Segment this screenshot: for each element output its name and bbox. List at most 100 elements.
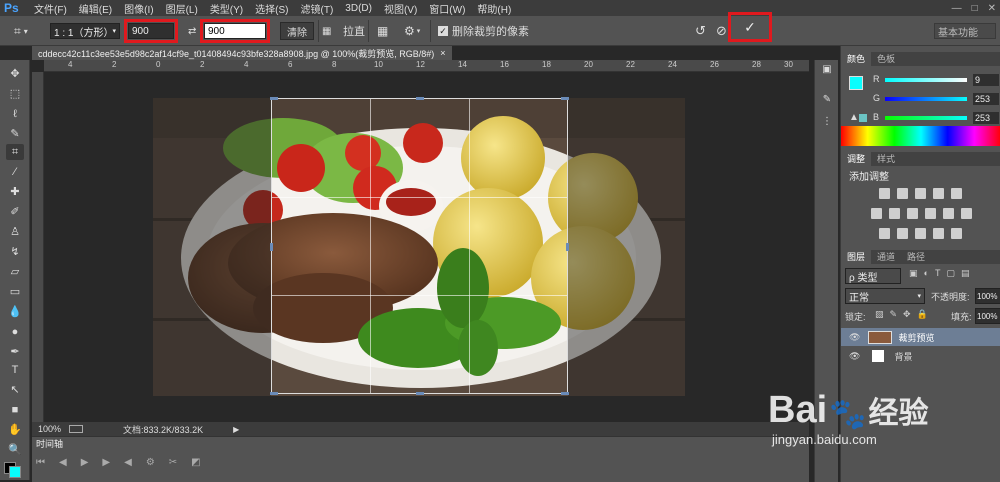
crop-handle-top[interactable] xyxy=(416,97,424,100)
type-tool-icon[interactable]: T xyxy=(6,362,24,378)
ratio-select[interactable]: 1 : 1（方形） ▾ xyxy=(50,23,120,39)
settings-gear-icon[interactable]: ⚙ ▾ xyxy=(404,16,420,46)
first-frame-icon[interactable]: ⏮ xyxy=(36,457,45,468)
next-frame-icon[interactable]: ▶ xyxy=(102,457,110,468)
blur-tool-icon[interactable]: 💧 xyxy=(6,304,24,320)
visibility-eye-icon[interactable]: 👁 xyxy=(849,351,860,362)
brush-panel-icon[interactable]: ✎ xyxy=(819,94,835,110)
brush-tool-icon[interactable]: ✐ xyxy=(6,204,24,220)
layer-filter-icons[interactable]: ▣◐T▢▤ xyxy=(909,268,975,279)
maximize-button[interactable]: □ xyxy=(972,3,978,14)
timeline-tab[interactable]: 时间轴 xyxy=(32,437,68,449)
hand-tool-icon[interactable]: ✋ xyxy=(6,422,24,438)
gamut-chip[interactable] xyxy=(859,114,867,122)
dodge-tool-icon[interactable]: ● xyxy=(6,324,24,340)
tab-paths[interactable]: 路径 xyxy=(901,250,931,264)
opacity-input[interactable]: 100% xyxy=(975,288,1000,304)
fill-input[interactable]: 100% xyxy=(975,308,1000,324)
eyedropper-tool-icon[interactable]: ⁄ xyxy=(6,164,24,180)
visibility-eye-icon[interactable]: 👁 xyxy=(849,332,860,343)
path-select-tool-icon[interactable]: ↖ xyxy=(6,382,24,398)
crop-handle-top-right[interactable] xyxy=(561,97,569,100)
selective-color-icon[interactable] xyxy=(933,228,944,239)
foreground-color-swatch[interactable] xyxy=(9,466,21,478)
menu-item-filter[interactable]: 滤镜(T) xyxy=(295,1,340,16)
menu-item-type[interactable]: 类型(Y) xyxy=(204,1,249,16)
tab-styles[interactable]: 样式 xyxy=(871,152,901,166)
properties-panel-icon[interactable]: ⋮ xyxy=(819,116,835,132)
clear-button[interactable]: 清除 xyxy=(280,22,314,40)
value-b[interactable]: 253 xyxy=(973,112,999,124)
menu-item-select[interactable]: 选择(S) xyxy=(249,1,294,16)
exposure-icon[interactable] xyxy=(933,188,944,199)
tab-channels[interactable]: 通道 xyxy=(871,250,901,264)
healing-brush-tool-icon[interactable]: ✚ xyxy=(6,184,24,200)
crop-box[interactable] xyxy=(270,97,569,395)
move-tool-icon[interactable]: ✥ xyxy=(6,66,24,82)
value-r[interactable]: 9 xyxy=(973,74,999,86)
levels-icon[interactable] xyxy=(897,188,908,199)
menu-item-3d[interactable]: 3D(D) xyxy=(339,3,378,14)
hue-sat-icon[interactable] xyxy=(871,208,882,219)
photo-filter-icon[interactable] xyxy=(925,208,936,219)
commit-button[interactable]: ✓ xyxy=(728,12,772,42)
menu-item-edit[interactable]: 编辑(E) xyxy=(73,1,118,16)
vibrance-icon[interactable] xyxy=(951,188,962,199)
blend-mode-select[interactable]: 正常 ▾ xyxy=(845,288,925,304)
rectangle-tool-icon[interactable]: ■ xyxy=(6,402,24,418)
crop-handle-bottom-right[interactable] xyxy=(561,392,569,395)
gradient-map-icon[interactable] xyxy=(951,228,962,239)
fg-color-chip[interactable] xyxy=(849,76,863,90)
color-lookup-icon[interactable] xyxy=(961,208,972,219)
split-icon[interactable]: ✂ xyxy=(169,457,177,468)
zoom-tool-icon[interactable]: 🔍 xyxy=(6,442,24,458)
crop-handle-bottom[interactable] xyxy=(416,392,424,395)
workspace-select[interactable]: 基本功能 xyxy=(934,23,996,39)
curves-icon[interactable] xyxy=(915,188,926,199)
width-input[interactable]: 900 xyxy=(128,23,174,39)
menu-item-help[interactable]: 帮助(H) xyxy=(471,1,517,16)
transition-icon[interactable]: ◩ xyxy=(191,457,200,468)
slider-b[interactable] xyxy=(885,116,967,120)
crop-handle-bottom-left[interactable] xyxy=(270,392,278,395)
history-brush-tool-icon[interactable]: ↯ xyxy=(6,244,24,260)
height-input[interactable]: 900 xyxy=(204,23,266,39)
timeline-settings-icon[interactable]: ⚙ xyxy=(146,457,155,468)
crop-handle-left[interactable] xyxy=(270,243,273,251)
crop-handle-top-left[interactable] xyxy=(270,97,278,100)
swap-icon[interactable]: ⇄ xyxy=(188,16,196,46)
brightness-icon[interactable] xyxy=(879,188,890,199)
tab-color[interactable]: 颜色 xyxy=(841,52,872,66)
tab-adjustments[interactable]: 调整 xyxy=(841,152,872,166)
menu-item-window[interactable]: 窗口(W) xyxy=(423,1,471,16)
channel-mixer-icon[interactable] xyxy=(943,208,954,219)
posterize-icon[interactable] xyxy=(897,228,908,239)
slider-g[interactable] xyxy=(885,97,967,101)
invert-icon[interactable] xyxy=(879,228,890,239)
zoom-level[interactable]: 100% xyxy=(38,424,61,434)
straighten-label[interactable]: 拉直 xyxy=(343,23,365,39)
delete-pixels-checkbox[interactable]: ✓ xyxy=(438,26,448,36)
document-tab[interactable]: cddecc42c11c3ee53e5d98c2af14cf9e_t014084… xyxy=(32,46,452,60)
history-panel-icon[interactable]: ▣ xyxy=(819,64,835,80)
status-icon[interactable] xyxy=(69,425,84,433)
pen-tool-icon[interactable]: ✒ xyxy=(6,344,24,360)
menu-item-file[interactable]: 文件(F) xyxy=(28,1,73,16)
gradient-tool-icon[interactable]: ▭ xyxy=(6,284,24,300)
menu-item-image[interactable]: 图像(I) xyxy=(118,1,159,16)
marquee-tool-icon[interactable]: ⬚ xyxy=(6,86,24,102)
overlay-grid-icon[interactable]: ▦ xyxy=(377,16,388,46)
straighten-icon[interactable]: ▦ xyxy=(322,16,331,46)
prev-frame-icon[interactable]: ◀ xyxy=(59,457,67,468)
lock-icons[interactable]: ▧✎✥🔒 xyxy=(875,309,934,320)
black-white-icon[interactable] xyxy=(907,208,918,219)
eraser-tool-icon[interactable]: ▱ xyxy=(6,264,24,280)
cancel-icon[interactable]: ⊘ xyxy=(716,16,727,46)
menu-item-layer[interactable]: 图层(L) xyxy=(160,1,204,16)
lasso-tool-icon[interactable]: ℓ xyxy=(6,106,24,122)
threshold-icon[interactable] xyxy=(915,228,926,239)
close-tab-icon[interactable]: × xyxy=(440,48,445,58)
crop-tool-icon[interactable]: ⌗ xyxy=(6,144,24,160)
clone-stamp-tool-icon[interactable]: ♙ xyxy=(6,224,24,240)
gamut-warning-icon[interactable]: ▲ xyxy=(849,112,859,123)
